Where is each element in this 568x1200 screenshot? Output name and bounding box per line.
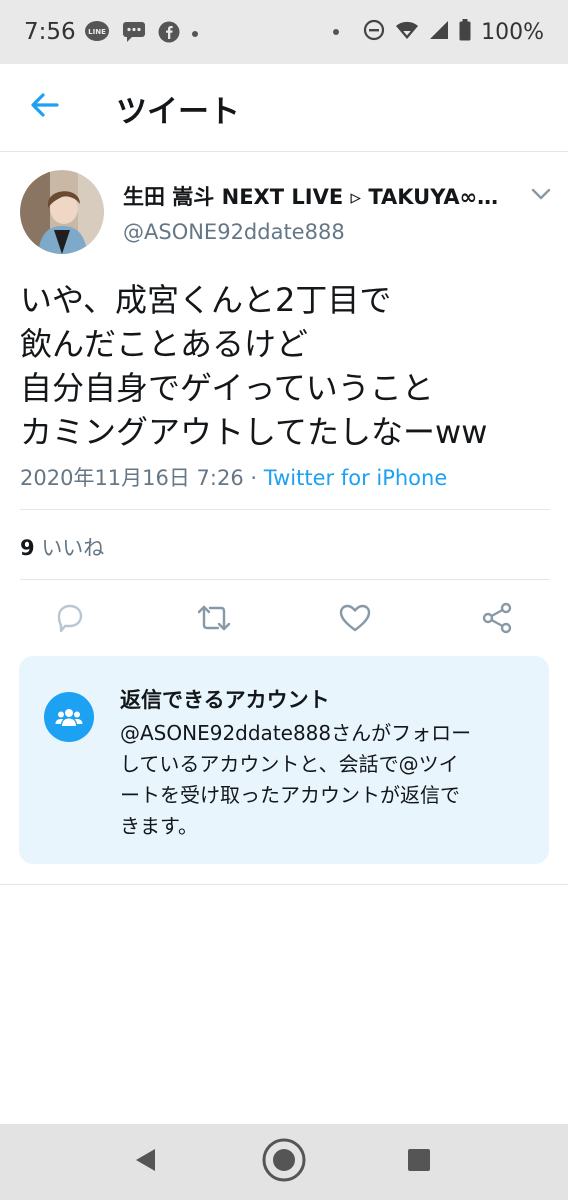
reply-icon	[53, 601, 87, 639]
status-bar: 7:56 LINE 100%	[0, 0, 568, 64]
retweet-icon	[196, 601, 232, 639]
divider	[20, 579, 550, 580]
reply-card-line: きます。	[120, 814, 198, 838]
retweet-button[interactable]	[194, 600, 234, 640]
tweet-source-link[interactable]: Twitter for iPhone	[264, 466, 448, 490]
recents-square-icon	[406, 1147, 432, 1177]
reply-restriction-card: 返信できるアカウント @ASONE92ddate888さんがフォロー しているア…	[19, 656, 549, 864]
reply-card-line: ートを受け取ったアカウントが返信で	[120, 783, 460, 807]
reply-card-body: @ASONE92ddate888さんがフォロー しているアカウントと、会話で@ツ…	[120, 718, 540, 842]
share-button[interactable]	[477, 600, 517, 640]
facebook-icon	[158, 21, 180, 47]
user-handle[interactable]: @ASONE92ddate888	[123, 220, 345, 244]
nav-back-button[interactable]	[121, 1138, 171, 1186]
do-not-disturb-icon	[363, 19, 385, 45]
likes-summary[interactable]: 9 いいね	[20, 532, 104, 562]
battery-icon	[459, 19, 471, 45]
more-notifications-dot-icon	[192, 31, 198, 37]
tweet-text-line: 自分自身でゲイっていうこと	[20, 369, 434, 407]
dot-icon	[333, 29, 340, 35]
divider	[0, 884, 568, 885]
system-icons: 100%	[333, 19, 544, 45]
reply-card-title: 返信できるアカウント	[120, 688, 330, 712]
status-time: 7:56	[24, 19, 76, 45]
tweet-text-line: 飲んだことあるけど	[20, 325, 309, 363]
share-icon	[480, 601, 514, 639]
wifi-icon	[395, 20, 419, 44]
nav-recents-button[interactable]	[394, 1138, 444, 1186]
home-circle-icon	[261, 1137, 307, 1187]
page-title: ツイート	[116, 94, 240, 130]
tweet-text: いや、成宮くんと2丁目で 飲んだことあるけど 自分自身でゲイっていうこと カミン…	[20, 278, 550, 454]
reply-card-line: @ASONE92ddate888さんがフォロー	[120, 721, 472, 745]
likes-count: 9	[20, 536, 35, 560]
system-nav-bar	[0, 1124, 568, 1200]
tweet-menu-button[interactable]	[527, 183, 555, 205]
reply-button[interactable]	[50, 600, 90, 640]
signal-icon	[429, 20, 449, 44]
reply-card-line: しているアカウントと、会話で@ツイ	[120, 752, 459, 776]
chevron-down-icon	[527, 188, 555, 209]
heart-icon	[338, 602, 372, 638]
display-name[interactable]: 生田 嵩斗 NEXT LIVE ▹ TAKUYA∞…	[123, 181, 518, 211]
svg-text:LINE: LINE	[88, 28, 106, 36]
battery-percentage: 100%	[481, 19, 544, 45]
tweet-meta: 2020年11月16日 7:26 · Twitter for iPhone	[20, 462, 447, 492]
back-triangle-icon	[133, 1146, 159, 1178]
tweet-header: ツイート	[0, 64, 568, 152]
tweet-text-line: カミングアウトしてたしなーww	[20, 413, 488, 451]
meta-separator: ·	[243, 466, 264, 490]
back-arrow-icon	[30, 92, 60, 122]
avatar[interactable]	[20, 170, 104, 254]
nav-home-button[interactable]	[259, 1138, 309, 1186]
tweet-date: 2020年11月16日 7:26	[20, 466, 244, 490]
back-button[interactable]	[24, 86, 66, 128]
divider	[20, 509, 550, 510]
line-icon: LINE	[84, 20, 110, 48]
like-button[interactable]	[335, 600, 375, 640]
notification-icons: LINE	[84, 20, 198, 48]
likes-label: いいね	[41, 536, 105, 560]
people-icon	[44, 692, 94, 742]
message-icon	[122, 21, 146, 47]
tweet-text-line: いや、成宮くんと2丁目で	[20, 281, 392, 319]
